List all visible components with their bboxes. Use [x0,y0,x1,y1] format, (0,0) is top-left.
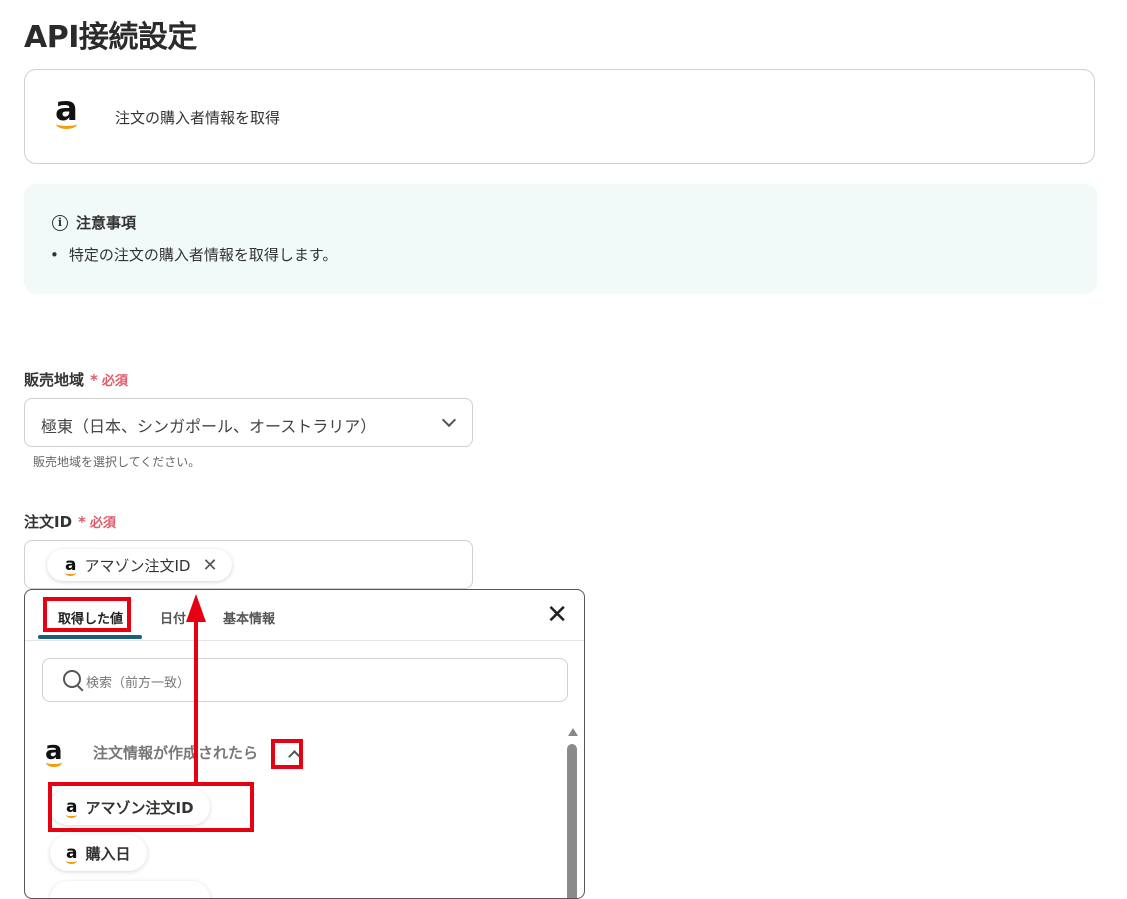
page-title: API接続設定 [24,20,197,55]
active-tab-indicator [38,635,142,639]
list-item-purchase-date[interactable]: a 購入日 [50,835,147,871]
list-item[interactable] [50,881,210,898]
highlight-item-box [48,782,254,832]
chevron-down-icon[interactable] [441,412,457,428]
tab-date[interactable]: 日付 [160,608,186,627]
scrollbar[interactable] [566,728,580,898]
notice-item: 特定の注文の購入者情報を取得します。 [50,244,338,265]
info-icon: i [52,214,68,231]
required-text: 必須 [89,516,116,531]
region-label: 販売地域 * 必須 [24,371,128,389]
notice-box: i 注意事項 特定の注文の購入者情報を取得します。 [24,184,1097,294]
scroll-up-arrow-icon[interactable] [568,728,578,736]
notice-heading: i 注意事項 [52,212,136,233]
order-id-chip[interactable]: a アマゾン注文ID ✕ [47,549,232,581]
region-select-value: 極東（日本、シンガポール、オーストラリア） [41,417,377,436]
group-label[interactable]: 注文情報が作成されたら [93,742,258,763]
order-id-label: 注文ID * 必須 [24,513,116,531]
region-select[interactable]: 極東（日本、シンガポール、オーストラリア） [24,398,473,447]
tab-basic-info[interactable]: 基本情報 [223,608,275,627]
search-placeholder: 検索（前方一致） [86,676,191,691]
remove-chip-icon[interactable]: ✕ [202,555,217,576]
notice-heading-text: 注意事項 [76,214,137,232]
region-help-text: 販売地域を選択してください。 [33,455,201,469]
required-asterisk: * [78,513,86,531]
action-label: 注文の購入者情報を取得 [115,109,281,127]
search-icon [63,670,81,688]
required-text: 必須 [101,374,128,389]
amazon-logo-icon: a [55,89,78,129]
amazon-logo-icon: a [65,554,77,576]
list-item-label: 購入日 [85,844,131,863]
required-asterisk: * [90,371,98,389]
scrollbar-thumb[interactable] [567,744,577,898]
order-id-input[interactable]: a アマゾン注文ID ✕ [24,540,473,589]
highlight-tab-box [43,597,131,632]
search-input[interactable]: 検索（前方一致） [42,658,568,702]
value-picker-panel: 取得した値 日付 基本情報 ✕ 検索（前方一致） a 注文情報が作成されたら a… [24,589,585,899]
amazon-logo-icon: a [66,842,78,864]
app-action-card: a 注文の購入者情報を取得 [24,69,1095,164]
chip-label: アマゾン注文ID [84,556,191,575]
amazon-logo-icon: a [45,736,63,767]
close-icon[interactable]: ✕ [546,602,568,628]
highlight-chevron-box [271,739,303,769]
